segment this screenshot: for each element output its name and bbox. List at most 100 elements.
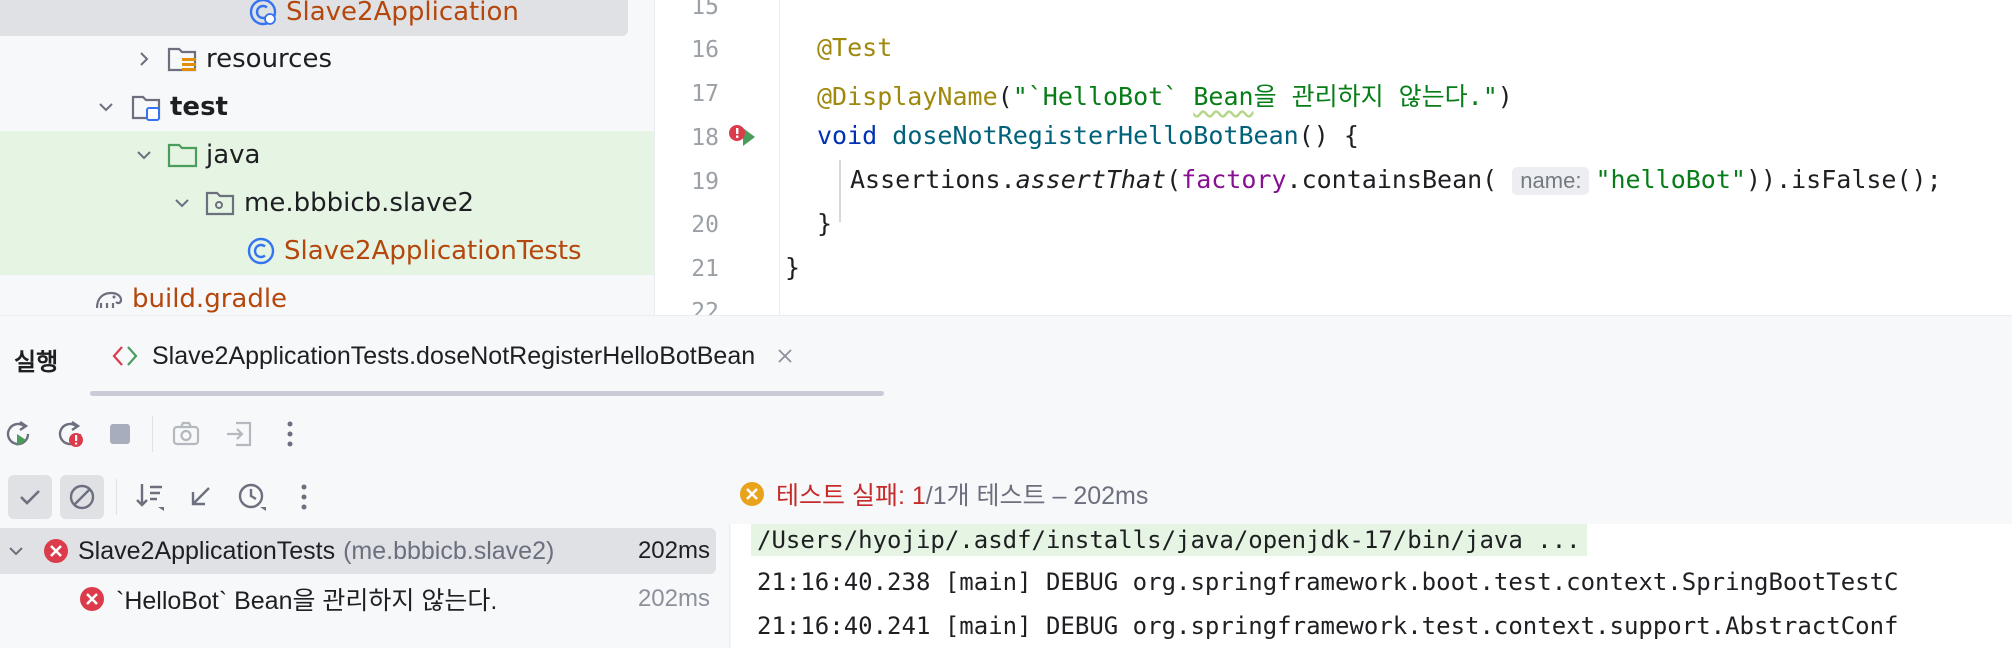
screenshot-icon[interactable] (168, 416, 204, 452)
string-literal: ` (1163, 82, 1179, 111)
package-icon (204, 186, 238, 220)
code-text: .containsBean( (1286, 165, 1498, 194)
line-number: 17 (691, 81, 719, 107)
chevron-down-icon[interactable] (130, 141, 158, 169)
line-number: 22 (691, 299, 719, 315)
code-line-16[interactable]: @Test (817, 33, 892, 62)
summary-rest: /1개 테스트 – 202ms (925, 482, 1149, 510)
run-test-failed-gutter-icon[interactable] (727, 122, 761, 156)
string-literal: "helloBot" (1595, 165, 1746, 194)
code-text: } (785, 253, 801, 282)
chevron-down-icon[interactable] (168, 189, 196, 217)
chevron-down-icon[interactable] (2, 537, 30, 565)
paren: ( (997, 82, 1013, 111)
project-tree: Slave2Application resources test java me… (0, 0, 654, 315)
show-ignored-icon[interactable] (60, 475, 104, 519)
code-editor[interactable]: 15 16 17 18 19 20 21 22 @Test @DisplayNa… (654, 0, 2012, 315)
keyword: void (817, 121, 878, 150)
spring-class-icon (246, 0, 280, 29)
show-passed-icon[interactable] (8, 475, 52, 519)
paren: ) (1497, 82, 1513, 111)
close-tab-icon[interactable] (777, 348, 793, 364)
tree-item-label: me.bbbicb.slave2 (244, 188, 475, 218)
parameter-hint: name: (1512, 167, 1590, 195)
code-line-18[interactable]: void doseNotRegisterHelloBotBean() { (817, 121, 1359, 150)
chevron-right-icon[interactable] (130, 45, 158, 73)
rerun-failed-icon[interactable] (52, 416, 88, 452)
run-header: 실행 Slave2ApplicationTests.doseNotRegiste… (0, 316, 2012, 396)
gradle-icon (92, 282, 126, 315)
toolbar-divider (116, 479, 117, 515)
string-literal: HelloBot (1042, 82, 1164, 111)
method-name: doseNotRegisterHelloBotBean (892, 121, 1299, 150)
test-case-name: `HelloBot` Bean을 관리하지 않는다. (116, 587, 498, 615)
warning-icon (738, 480, 766, 508)
run-tab[interactable]: Slave2ApplicationTests.doseNotRegisterHe… (110, 334, 793, 378)
tree-item-test[interactable]: test (0, 83, 654, 131)
code-line-19[interactable]: Assertions.assertThat(factory.containsBe… (850, 165, 1942, 195)
tree-item-build-gradle[interactable]: build.gradle (0, 275, 654, 315)
line-number: 15 (691, 0, 719, 20)
indent-guide (839, 160, 841, 222)
sort-icon[interactable] (132, 479, 168, 515)
annotation: @Test (817, 33, 893, 62)
tree-item-slave2applicationtests[interactable]: Slave2ApplicationTests (0, 227, 654, 275)
tab-scrollbar[interactable] (90, 391, 884, 396)
tree-item-resources[interactable]: resources (0, 35, 654, 83)
static-method: assertThat (1015, 165, 1167, 194)
code-text: } (817, 209, 833, 238)
console-command-line[interactable]: /Users/hyojip/.asdf/installs/java/openjd… (751, 524, 1587, 556)
test-results-tree: Slave2ApplicationTests (me.bbbicb.slave2… (0, 524, 730, 648)
tree-item-label: Slave2Application (286, 0, 519, 27)
tree-item-label: test (170, 92, 228, 122)
code-line-20[interactable]: } (817, 209, 832, 238)
module-folder-icon (130, 90, 164, 124)
test-suite-row[interactable]: Slave2ApplicationTests (me.bbbicb.slave2… (0, 528, 716, 574)
code-text: )).isFalse(); (1745, 165, 1942, 194)
suite-name: Slave2ApplicationTests (78, 536, 336, 565)
chevron-down-icon[interactable] (92, 93, 120, 121)
resources-folder-icon (166, 42, 200, 76)
editor-gutter: 15 16 17 18 19 20 21 22 (655, 0, 780, 315)
paren: ( (1166, 165, 1182, 194)
tree-item-slave2application[interactable]: Slave2Application (0, 0, 628, 36)
rerun-icon[interactable] (0, 416, 36, 452)
run-tool-window: 실행 Slave2ApplicationTests.doseNotRegiste… (0, 315, 2012, 648)
tree-item-label: java (206, 140, 261, 170)
string-literal: 을 관리하지 않는다." (1253, 82, 1498, 111)
tree-item-label: build.gradle (132, 284, 288, 314)
class-ref: Assertions. (850, 165, 1016, 194)
tree-item-package[interactable]: me.bbbicb.slave2 (0, 179, 654, 227)
test-case-duration: 202ms (637, 585, 710, 612)
annotation: @DisplayName (817, 82, 998, 111)
test-status-icon (110, 344, 142, 368)
toolbar-divider (152, 416, 153, 452)
more-icon[interactable] (286, 479, 322, 515)
string-literal (1178, 82, 1193, 111)
test-case-row[interactable]: `HelloBot` Bean을 관리하지 않는다. 202ms (0, 576, 716, 622)
error-icon (78, 585, 106, 613)
console-log-line: 21:16:40.238 [main] DEBUG org.springfram… (757, 568, 1899, 596)
run-tab-label: Slave2ApplicationTests.doseNotRegisterHe… (152, 341, 756, 370)
suite-duration: 202ms (637, 537, 710, 564)
line-number: 18 (691, 125, 719, 151)
history-icon[interactable] (234, 479, 270, 515)
collapse-icon[interactable] (182, 479, 218, 515)
tree-item-label: Slave2ApplicationTests (284, 236, 582, 266)
code-line-17[interactable]: @DisplayName("`HelloBot` Bean을 관리하지 않는다.… (817, 77, 1513, 113)
line-number: 19 (691, 169, 719, 195)
line-number: 21 (691, 256, 719, 282)
run-panel-title: 실행 (14, 348, 59, 376)
code-line-21[interactable]: } (785, 253, 800, 282)
console-output[interactable]: /Users/hyojip/.asdf/installs/java/openjd… (731, 524, 2012, 648)
code-text: () { (1298, 121, 1359, 150)
console-log-line: 21:16:40.241 [main] DEBUG org.springfram… (757, 612, 1899, 640)
tree-item-label: resources (206, 44, 333, 74)
more-icon[interactable] (272, 416, 308, 452)
string-literal-typo: Bean (1193, 82, 1254, 111)
stop-icon[interactable] (102, 416, 138, 452)
exit-icon[interactable] (221, 416, 257, 452)
field-ref: factory (1181, 165, 1287, 194)
tree-item-java[interactable]: java (0, 131, 654, 179)
class-icon (244, 234, 278, 268)
